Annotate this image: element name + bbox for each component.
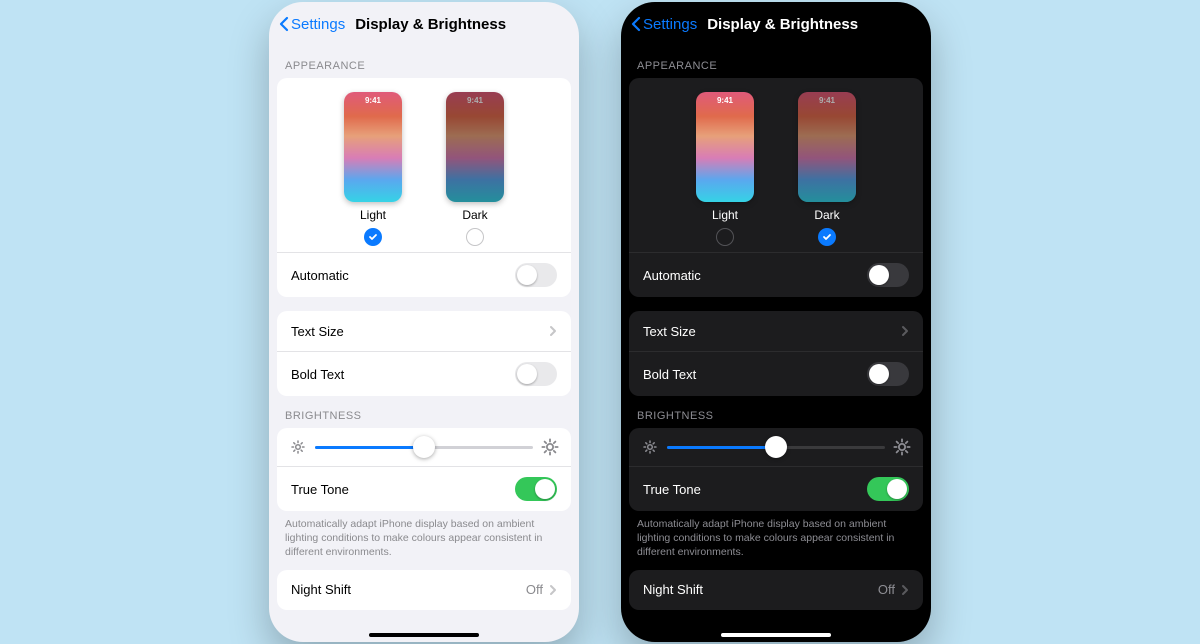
automatic-toggle[interactable]: [867, 263, 909, 287]
appearance-light-label: Light: [712, 208, 738, 222]
nav-bar: Settings Display & Brightness: [621, 2, 931, 46]
night-shift-card: Night Shift Off: [277, 570, 571, 610]
appearance-header: APPEARANCE: [269, 46, 579, 78]
sun-max-icon: [894, 439, 911, 456]
light-preview-thumbnail: 9:41: [344, 92, 402, 202]
text-size-row[interactable]: Text Size: [277, 311, 571, 351]
back-label: Settings: [291, 16, 345, 33]
appearance-card: 9:41 Light 9:41 Dark Automatic: [277, 78, 571, 297]
text-size-label: Text Size: [291, 324, 344, 339]
sun-max-icon: [542, 439, 559, 456]
night-shift-row[interactable]: Night Shift Off: [277, 570, 571, 610]
appearance-option-dark[interactable]: 9:41 Dark: [446, 92, 504, 246]
home-indicator[interactable]: [721, 633, 831, 637]
sun-min-icon: [291, 440, 305, 454]
brightness-slider-row: [629, 428, 923, 466]
appearance-light-label: Light: [360, 208, 386, 222]
chevron-right-icon: [901, 584, 909, 596]
automatic-label: Automatic: [291, 268, 349, 283]
appearance-dark-label: Dark: [814, 208, 839, 222]
chevron-left-icon: [631, 16, 641, 32]
text-size-row[interactable]: Text Size: [629, 311, 923, 351]
appearance-option-light[interactable]: 9:41 Light: [696, 92, 754, 246]
dark-preview-thumbnail: 9:41: [446, 92, 504, 202]
night-shift-label: Night Shift: [291, 582, 351, 597]
bold-text-label: Bold Text: [643, 367, 696, 382]
night-shift-value: Off: [526, 582, 543, 597]
light-mode-screenshot: Settings Display & Brightness APPEARANCE…: [269, 2, 579, 642]
text-card: Text Size Bold Text: [629, 311, 923, 396]
brightness-card: True Tone: [277, 428, 571, 511]
brightness-header: BRIGHTNESS: [621, 396, 931, 428]
appearance-light-radio[interactable]: [716, 228, 734, 246]
night-shift-label: Night Shift: [643, 582, 703, 597]
light-preview-thumbnail: 9:41: [696, 92, 754, 202]
checkmark-icon: [368, 232, 378, 242]
appearance-dark-label: Dark: [462, 208, 487, 222]
chevron-right-icon: [549, 584, 557, 596]
brightness-header: BRIGHTNESS: [269, 396, 579, 428]
page-title: Display & Brightness: [707, 16, 858, 33]
sun-min-icon: [643, 440, 657, 454]
dark-mode-screenshot: Settings Display & Brightness APPEARANCE…: [621, 2, 931, 642]
true-tone-label: True Tone: [291, 482, 349, 497]
appearance-option-light[interactable]: 9:41 Light: [344, 92, 402, 246]
text-size-label: Text Size: [643, 324, 696, 339]
appearance-light-radio[interactable]: [364, 228, 382, 246]
true-tone-label: True Tone: [643, 482, 701, 497]
bold-text-toggle[interactable]: [867, 362, 909, 386]
bold-text-row: Bold Text: [629, 351, 923, 396]
true-tone-toggle[interactable]: [515, 477, 557, 501]
true-tone-row: True Tone: [277, 466, 571, 511]
appearance-option-dark[interactable]: 9:41 Dark: [798, 92, 856, 246]
chevron-right-icon: [549, 325, 557, 337]
nav-bar: Settings Display & Brightness: [269, 2, 579, 46]
checkmark-icon: [822, 232, 832, 242]
appearance-dark-radio[interactable]: [466, 228, 484, 246]
automatic-toggle[interactable]: [515, 263, 557, 287]
brightness-slider[interactable]: [667, 446, 885, 449]
appearance-header: APPEARANCE: [621, 46, 931, 78]
true-tone-toggle[interactable]: [867, 477, 909, 501]
true-tone-note: Automatically adapt iPhone display based…: [269, 511, 579, 570]
brightness-slider-row: [277, 428, 571, 466]
home-indicator[interactable]: [369, 633, 479, 637]
true-tone-row: True Tone: [629, 466, 923, 511]
automatic-row: Automatic: [629, 252, 923, 297]
brightness-card: True Tone: [629, 428, 923, 511]
appearance-card: 9:41 Light 9:41 Dark Automatic: [629, 78, 923, 297]
chevron-left-icon: [279, 16, 289, 32]
dark-preview-thumbnail: 9:41: [798, 92, 856, 202]
back-button[interactable]: Settings: [631, 16, 697, 33]
night-shift-card: Night Shift Off: [629, 570, 923, 610]
appearance-dark-radio[interactable]: [818, 228, 836, 246]
text-card: Text Size Bold Text: [277, 311, 571, 396]
night-shift-value: Off: [878, 582, 895, 597]
bold-text-label: Bold Text: [291, 367, 344, 382]
back-button[interactable]: Settings: [279, 16, 345, 33]
bold-text-row: Bold Text: [277, 351, 571, 396]
chevron-right-icon: [901, 325, 909, 337]
night-shift-row[interactable]: Night Shift Off: [629, 570, 923, 610]
automatic-row: Automatic: [277, 252, 571, 297]
brightness-slider[interactable]: [315, 446, 533, 449]
automatic-label: Automatic: [643, 268, 701, 283]
true-tone-note: Automatically adapt iPhone display based…: [621, 511, 931, 570]
page-title: Display & Brightness: [355, 16, 506, 33]
back-label: Settings: [643, 16, 697, 33]
bold-text-toggle[interactable]: [515, 362, 557, 386]
